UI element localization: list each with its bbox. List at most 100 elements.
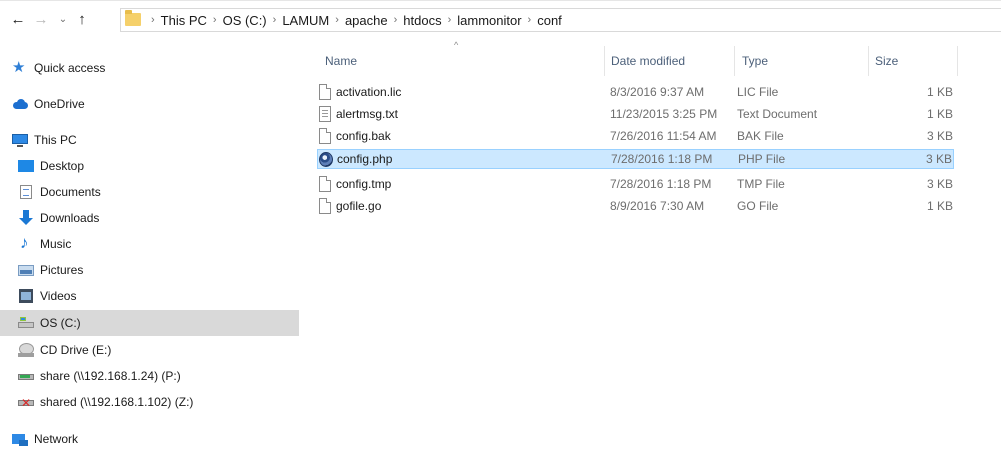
column-header-type[interactable]: Type xyxy=(742,46,862,76)
sidebar-item-label: Pictures xyxy=(40,263,84,277)
column-header-label: Size xyxy=(875,54,899,68)
sidebar-item-network[interactable]: Network xyxy=(12,426,78,452)
column-header-label: Date modified xyxy=(611,54,686,68)
sidebar-item-label: OneDrive xyxy=(34,97,85,111)
sidebar-item-label: shared (\\192.168.1.102) (Z:) xyxy=(40,395,194,409)
file-row-selected[interactable]: config.php 7/28/2016 1:18 PM PHP File 3 … xyxy=(317,149,954,169)
column-header-date[interactable]: Date modified xyxy=(611,46,731,76)
file-type: LIC File xyxy=(737,85,779,99)
sidebar-item-pictures[interactable]: Pictures xyxy=(18,257,83,283)
sidebar-item-label: Downloads xyxy=(40,211,100,225)
arrow-up-icon: ↑ xyxy=(78,11,86,28)
file-date: 11/23/2015 3:25 PM xyxy=(610,107,718,121)
breadcrumb: › This PC › OS (C:) › LAMUM › apache › h… xyxy=(145,9,562,31)
breadcrumb-conf[interactable]: conf xyxy=(537,13,562,28)
column-header-name[interactable]: Name xyxy=(325,46,605,76)
star-icon xyxy=(12,58,28,76)
breadcrumb-lamum[interactable]: LAMUM xyxy=(282,13,329,28)
file-icon xyxy=(319,198,331,214)
column-divider[interactable] xyxy=(604,46,605,76)
file-name: activation.lic xyxy=(336,85,402,99)
sidebar-item-desktop[interactable]: Desktop xyxy=(18,153,84,179)
column-divider[interactable] xyxy=(868,46,869,76)
chevron-right-icon[interactable]: › xyxy=(394,14,398,26)
file-size: 1 KB xyxy=(926,199,953,213)
file-size: 3 KB xyxy=(926,177,953,191)
file-row[interactable]: config.tmp 7/28/2016 1:18 PM TMP File 3 … xyxy=(317,174,954,194)
file-icon xyxy=(319,84,331,100)
recent-locations-button[interactable]: ⌄ xyxy=(53,10,73,30)
sidebar-item-label: OS (C:) xyxy=(40,316,81,330)
sidebar-item-label: Music xyxy=(40,237,72,251)
chevron-right-icon[interactable]: › xyxy=(448,14,452,26)
file-type: GO File xyxy=(737,199,779,213)
back-button[interactable]: ← xyxy=(8,10,28,30)
file-size: 1 KB xyxy=(926,85,953,99)
chevron-right-icon[interactable]: › xyxy=(335,14,339,26)
computer-icon xyxy=(12,132,28,148)
arrow-left-icon: ← xyxy=(10,11,26,28)
sidebar-item-label: share (\\192.168.1.24) (P:) xyxy=(40,369,181,383)
chevron-right-icon: › xyxy=(151,14,155,26)
file-date: 7/28/2016 1:18 PM xyxy=(610,177,712,191)
sidebar-item-label: Documents xyxy=(40,185,101,199)
column-divider[interactable] xyxy=(957,46,958,76)
sidebar-item-quick-access[interactable]: Quick access xyxy=(12,55,105,81)
up-button[interactable]: ↑ xyxy=(72,10,92,30)
sidebar-item-videos[interactable]: Videos xyxy=(18,283,76,309)
breadcrumb-lammonitor[interactable]: lammonitor xyxy=(457,13,521,28)
address-bar[interactable]: › This PC › OS (C:) › LAMUM › apache › h… xyxy=(120,8,1001,32)
file-name: config.php xyxy=(337,152,393,166)
file-type: BAK File xyxy=(737,129,784,143)
window-top-border xyxy=(0,0,1001,1)
disconnected-drive-icon xyxy=(18,394,34,410)
file-name: gofile.go xyxy=(336,199,382,213)
drive-icon xyxy=(18,315,34,331)
sidebar-item-this-pc[interactable]: This PC xyxy=(12,127,77,153)
column-header-size[interactable]: Size xyxy=(875,46,955,76)
file-name: alertmsg.txt xyxy=(336,107,399,121)
file-row[interactable]: config.bak 7/26/2016 11:54 AM BAK File 3… xyxy=(317,126,954,146)
sidebar-item-shared-z[interactable]: shared (\\192.168.1.102) (Z:) xyxy=(18,389,193,415)
file-type: TMP File xyxy=(737,177,785,191)
file-row[interactable]: activation.lic 8/3/2016 9:37 AM LIC File… xyxy=(317,82,954,102)
sidebar-item-label: Desktop xyxy=(40,159,85,173)
sidebar-item-share-p[interactable]: share (\\192.168.1.24) (P:) xyxy=(18,363,181,389)
file-row[interactable]: alertmsg.txt 11/23/2015 3:25 PM Text Doc… xyxy=(317,104,954,124)
sidebar-item-music[interactable]: Music xyxy=(18,231,71,257)
breadcrumb-apache[interactable]: apache xyxy=(345,13,388,28)
sidebar-item-label: Videos xyxy=(40,289,77,303)
file-row[interactable]: gofile.go 8/9/2016 7:30 AM GO File 1 KB xyxy=(317,196,954,216)
music-icon xyxy=(18,233,34,253)
sidebar-item-cd-drive[interactable]: CD Drive (E:) xyxy=(18,337,111,363)
breadcrumb-this-pc[interactable]: This PC xyxy=(161,13,207,28)
file-date: 7/26/2016 11:54 AM xyxy=(610,129,717,143)
navigation-bar: ← → ⌄ ↑ › This PC › OS (C:) › LAMUM › ap… xyxy=(0,6,1001,34)
folder-icon xyxy=(125,10,141,26)
sidebar-item-label: Network xyxy=(34,432,79,446)
breadcrumb-os-c[interactable]: OS (C:) xyxy=(223,13,267,28)
chevron-down-icon: ⌄ xyxy=(58,14,68,25)
file-icon xyxy=(319,128,331,144)
chevron-right-icon[interactable]: › xyxy=(528,14,532,26)
sidebar-item-downloads[interactable]: Downloads xyxy=(18,205,99,231)
chevron-right-icon[interactable]: › xyxy=(273,14,277,26)
sidebar-item-onedrive[interactable]: OneDrive xyxy=(12,91,85,117)
column-divider[interactable] xyxy=(734,46,735,76)
network-drive-icon xyxy=(18,368,34,384)
sidebar-item-documents[interactable]: Documents xyxy=(18,179,101,205)
column-header-label: Name xyxy=(325,54,358,68)
documents-icon xyxy=(18,184,34,200)
breadcrumb-htdocs[interactable]: htdocs xyxy=(403,13,441,28)
desktop-icon xyxy=(18,158,34,174)
forward-button[interactable]: → xyxy=(31,10,51,30)
file-date: 7/28/2016 1:18 PM xyxy=(611,152,713,166)
pictures-icon xyxy=(18,262,34,278)
chevron-right-icon[interactable]: › xyxy=(213,14,217,26)
sidebar-item-label: Quick access xyxy=(34,61,106,75)
text-file-icon xyxy=(319,106,331,122)
file-date: 8/9/2016 7:30 AM xyxy=(610,199,705,213)
file-name: config.tmp xyxy=(336,177,392,191)
cd-drive-icon xyxy=(18,342,34,358)
sidebar-item-os-c[interactable]: OS (C:) xyxy=(0,310,299,336)
